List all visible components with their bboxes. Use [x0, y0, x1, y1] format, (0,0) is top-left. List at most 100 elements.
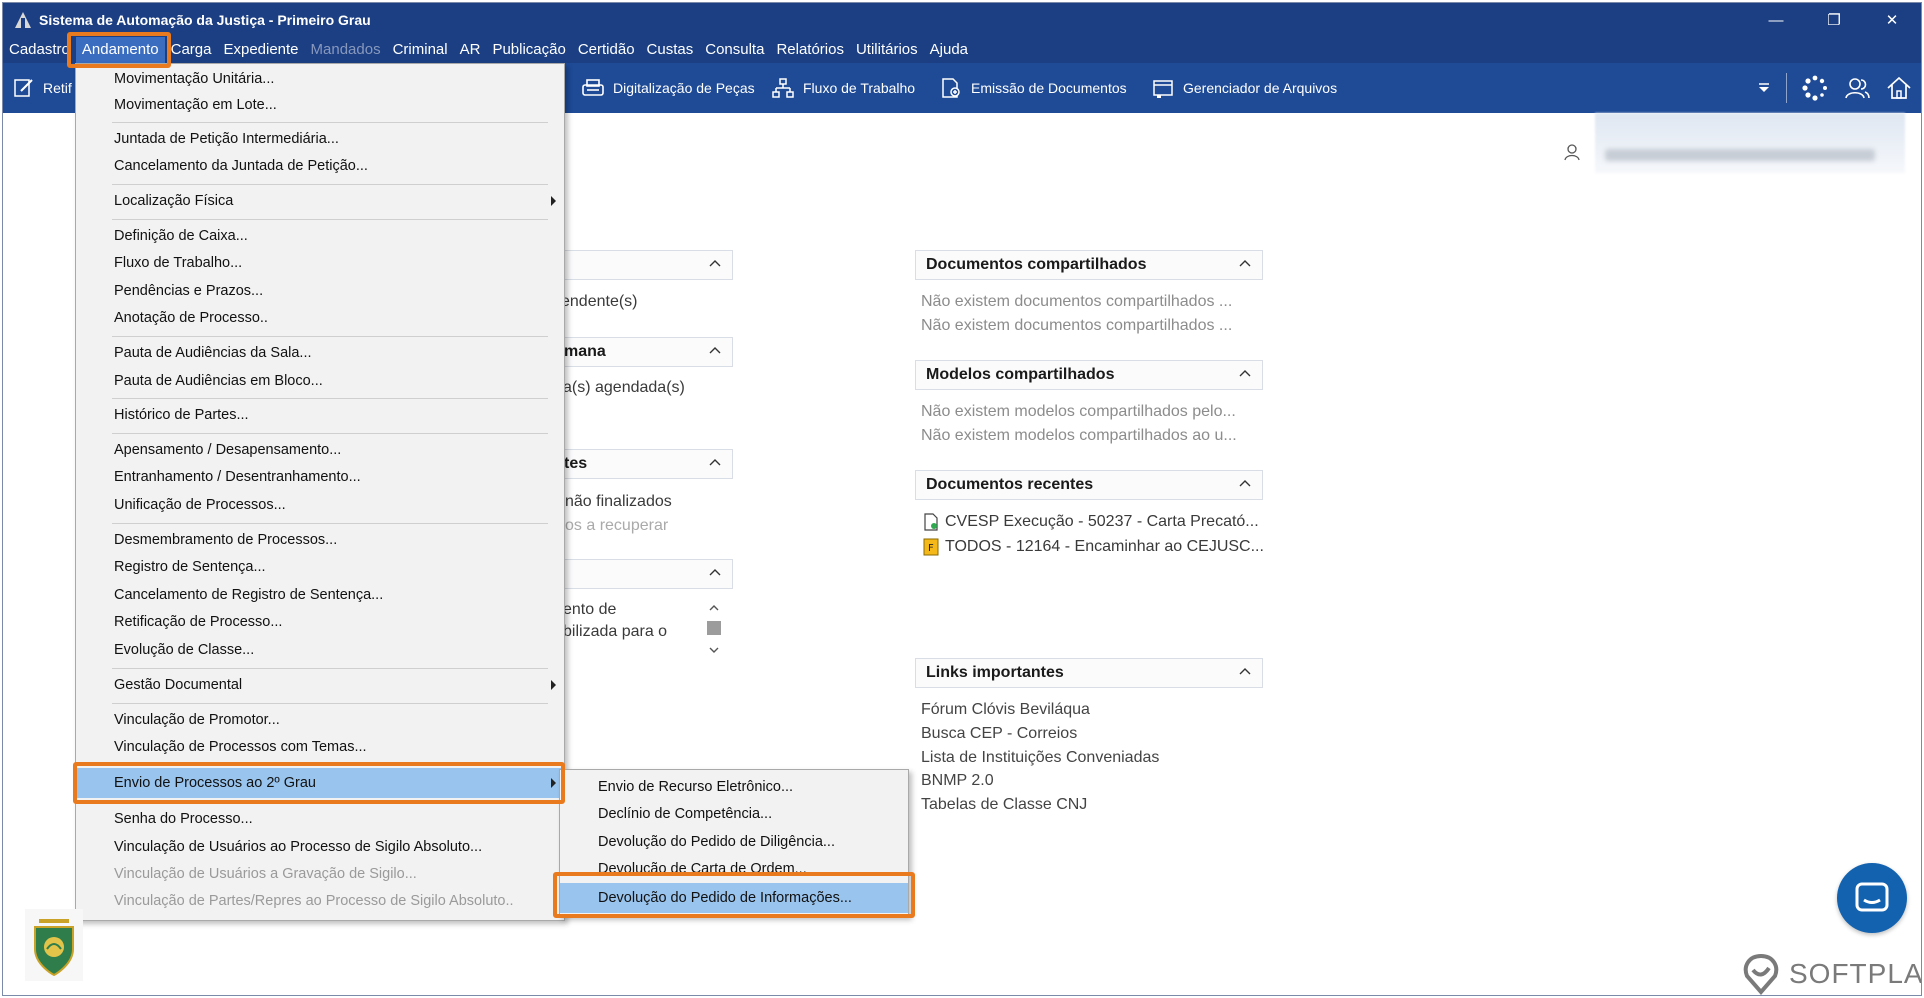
panel-4-text-1: ento de [563, 601, 617, 618]
user-name-redacted [1595, 113, 1905, 173]
menu-item-movimentacao-unitaria[interactable]: Movimentação Unitária... [76, 66, 564, 92]
dropdown-arrow-icon[interactable] [1756, 80, 1772, 96]
menu-ar[interactable]: AR [454, 37, 487, 63]
link-tabelas-cnj[interactable]: Tabelas de Classe CNJ [921, 796, 1087, 814]
menu-item-vinculacao-usuarios-sigilo[interactable]: Vinculação de Usuários ao Processo de Si… [76, 834, 564, 860]
close-button[interactable]: ✕ [1863, 3, 1921, 37]
window-title: Sistema de Automação da Justiça - Primei… [39, 12, 371, 28]
menu-item-gestao-documental[interactable]: Gestão Documental [76, 672, 564, 698]
chat-button[interactable] [1837, 863, 1907, 933]
chevron-up-icon[interactable] [1238, 665, 1252, 679]
scroll-down-icon[interactable] [707, 643, 721, 657]
panel-1-text: endente(s) [561, 293, 638, 310]
menu-expediente[interactable]: Expediente [217, 37, 304, 63]
menu-item-retificacao[interactable]: Retificação de Processo... [76, 609, 564, 635]
recent-doc-item[interactable]: F TODOS - 12164 - Encaminhar ao CEJUSC..… [923, 538, 1264, 556]
menu-certidao[interactable]: Certidão [572, 37, 641, 63]
menu-item-juntada-peticao[interactable]: Juntada de Petição Intermediária... [76, 126, 564, 152]
menu-item-vinculacao-temas[interactable]: Vinculação de Processos com Temas... [76, 734, 564, 760]
user-info [1563, 113, 1905, 173]
menu-item-apensamento[interactable]: Apensamento / Desapensamento... [76, 437, 564, 463]
documentos-compartilhados-line-1: Não existem documentos compartilhados ..… [921, 293, 1233, 310]
chevron-up-icon[interactable] [708, 344, 722, 358]
menu-item-registro-sentenca[interactable]: Registro de Sentença... [76, 554, 564, 580]
minimize-button[interactable]: — [1747, 3, 1805, 37]
link-bnmp[interactable]: BNMP 2.0 [921, 772, 994, 790]
home-icon[interactable] [1885, 74, 1913, 102]
menu-relatorios[interactable]: Relatórios [770, 37, 850, 63]
chat-icon [1855, 882, 1889, 912]
chevron-up-icon[interactable] [708, 566, 722, 580]
menu-utilitarios[interactable]: Utilitários [850, 37, 924, 63]
panel-links-importantes-title: Links importantes [926, 664, 1064, 681]
toolbar-digitalizacao-button[interactable]: Digitalização de Peças [581, 68, 755, 108]
menu-item-historico-partes[interactable]: Histórico de Partes... [76, 402, 564, 428]
menu-consulta[interactable]: Consulta [699, 37, 770, 63]
link-instituicoes[interactable]: Lista de Instituições Conveniadas [921, 749, 1159, 767]
toolbar-retificar-button[interactable]: Retif [13, 68, 72, 108]
menu-item-pauta-sala[interactable]: Pauta de Audiências da Sala... [76, 340, 564, 366]
menu-separator [112, 398, 548, 399]
menu-item-fluxo-trabalho[interactable]: Fluxo de Trabalho... [76, 250, 564, 276]
scroll-thumb[interactable] [707, 621, 721, 635]
loading-icon[interactable] [1801, 74, 1829, 102]
toolbar-gerenciador-button[interactable]: Gerenciador de Arquivos [1151, 68, 1337, 108]
restore-button[interactable]: ❐ [1805, 3, 1863, 37]
chevron-up-icon[interactable] [1238, 367, 1252, 381]
menu-item-pauta-bloco[interactable]: Pauta de Audiências em Bloco... [76, 368, 564, 394]
menu-item-vinculacao-gravacao-sigilo: Vinculação de Usuários a Gravação de Sig… [114, 866, 417, 882]
menu-item-localizacao-fisica[interactable]: Localização Física [76, 188, 564, 214]
scroll-up-icon[interactable] [707, 601, 721, 615]
toolbar-fluxo-button[interactable]: Fluxo de Trabalho [771, 68, 915, 108]
chevron-up-icon[interactable] [1238, 257, 1252, 271]
recent-doc-item[interactable]: CVESP Execução - 50237 - Carta Precató..… [923, 513, 1259, 531]
menu-separator [112, 523, 548, 524]
menu-item-vinculacao-partes-sigilo: Vinculação de Partes/Repres ao Processo … [114, 893, 514, 909]
submenu-item-envio-recurso[interactable]: Envio de Recurso Eletrônico... [560, 774, 908, 800]
menu-item-definicao-caixa[interactable]: Definição de Caixa... [76, 223, 564, 249]
menu-item-unificacao[interactable]: Unificação de Processos... [76, 492, 564, 518]
submenu-item-declinio[interactable]: Declínio de Competência... [560, 801, 908, 827]
toolbar-emissao-button[interactable]: Emissão de Documentos [939, 68, 1127, 108]
workflow-icon [772, 78, 794, 98]
menu-item-vinculacao-promotor[interactable]: Vinculação de Promotor... [76, 707, 564, 733]
users-icon[interactable] [1843, 74, 1871, 102]
submenu-arrow-icon [551, 196, 556, 206]
toolbar-fluxo-label: Fluxo de Trabalho [803, 80, 916, 96]
menu-item-movimentacao-lote[interactable]: Movimentação em Lote... [76, 92, 564, 118]
menu-item-cancelamento-registro[interactable]: Cancelamento de Registro de Sentença... [76, 582, 564, 608]
menu-ajuda[interactable]: Ajuda [924, 37, 974, 63]
menu-item-pendencias-prazos[interactable]: Pendências e Prazos... [76, 278, 564, 304]
submenu-arrow-icon [551, 680, 556, 690]
menu-cadastro[interactable]: Cadastro [3, 37, 76, 63]
panel-documentos-compartilhados[interactable]: Documentos compartilhados [915, 250, 1263, 280]
menu-item-gestao-documental-label: Gestão Documental [114, 677, 243, 693]
title-bar: Sistema de Automação da Justiça - Primei… [3, 3, 1921, 37]
menu-custas[interactable]: Custas [641, 37, 700, 63]
chevron-up-icon[interactable] [708, 257, 722, 271]
softplan-logo-text: SOFTPLAN [1789, 958, 1922, 989]
link-busca-cep[interactable]: Busca CEP - Correios [921, 725, 1077, 743]
panel-documentos-recentes[interactable]: Documentos recentes [915, 470, 1263, 500]
submenu-item-devolucao-diligencia[interactable]: Devolução do Pedido de Diligência... [560, 829, 908, 855]
menu-item-desmembramento[interactable]: Desmembramento de Processos... [76, 527, 564, 553]
panel-3-title: tes [564, 455, 588, 472]
menu-separator [112, 122, 548, 123]
menu-item-cancelamento-juntada[interactable]: Cancelamento da Juntada de Petição... [76, 153, 564, 179]
chevron-up-icon[interactable] [708, 456, 722, 470]
panel-links-importantes[interactable]: Links importantes [915, 658, 1263, 688]
panel-modelos-compartilhados[interactable]: Modelos compartilhados [915, 360, 1263, 390]
chevron-up-icon[interactable] [1238, 477, 1252, 491]
menu-carga[interactable]: Carga [165, 37, 218, 63]
menu-publicacao[interactable]: Publicação [486, 37, 571, 63]
menu-item-senha-processo[interactable]: Senha do Processo... [76, 806, 564, 832]
panel-4-scrollbar[interactable] [705, 601, 723, 663]
menu-item-anotacao-processo[interactable]: Anotação de Processo.. [76, 305, 564, 331]
menu-item-entranhamento[interactable]: Entranhamento / Desentranhamento... [76, 464, 564, 490]
minimize-icon: — [1768, 11, 1784, 29]
recent-doc-label: CVESP Execução - 50237 - Carta Precató..… [945, 513, 1259, 530]
recent-doc-label: TODOS - 12164 - Encaminhar ao CEJUSC... [945, 538, 1264, 555]
menu-criminal[interactable]: Criminal [387, 37, 454, 63]
menu-item-evolucao-classe[interactable]: Evolução de Classe... [76, 637, 564, 663]
link-forum[interactable]: Fórum Clóvis Beviláqua [921, 701, 1090, 719]
